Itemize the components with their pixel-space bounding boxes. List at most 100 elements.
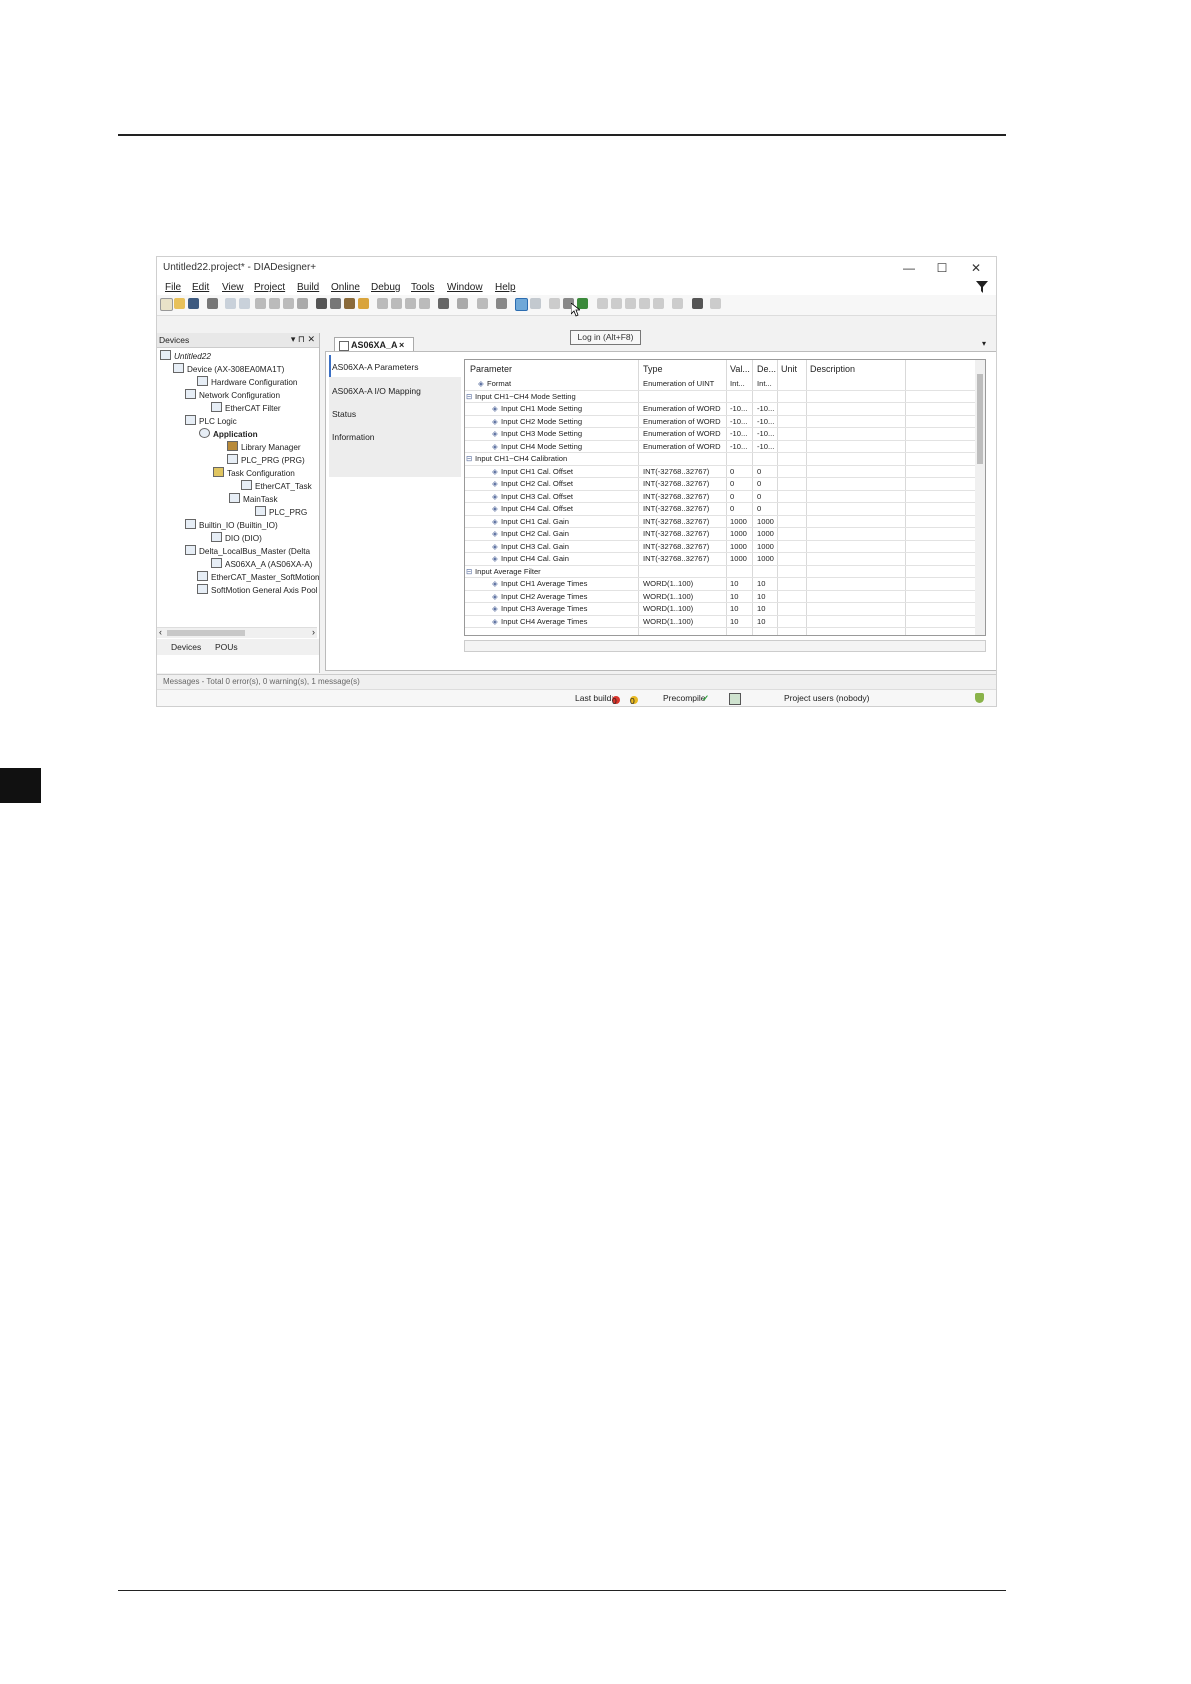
step-return-icon[interactable] xyxy=(639,298,650,309)
table-row[interactable]: ◈ Input CH1 Mode Setting Enumeration of WO… xyxy=(465,402,985,416)
collapse-icon[interactable]: ⊟ xyxy=(466,454,472,463)
replace-icon[interactable] xyxy=(330,298,341,309)
table-row[interactable]: ◈ Input CH4 Average Times WORD(1..100) 10 10 xyxy=(465,615,985,628)
collapse-icon[interactable]: ⊟ xyxy=(466,567,472,576)
tree-node-ethercat-master[interactable]: EtherCAT_Master_SoftMotion xyxy=(197,571,320,582)
table-row[interactable]: ◈ Input CH1 Cal. Gain INT(-32768..32767) 10… xyxy=(465,515,985,528)
scroll-right-icon[interactable]: › xyxy=(312,627,315,637)
undo-icon[interactable] xyxy=(225,298,236,309)
table-row[interactable]: ◈ Format Enumeration of UINT Int... Int... xyxy=(465,377,985,391)
table-row[interactable]: ◈ Input CH4 Cal. Gain INT(-32768..32767) 10… xyxy=(465,552,985,566)
collapse-icon[interactable]: ⊟ xyxy=(466,392,472,401)
messages-text[interactable]: Messages - Total 0 error(s), 0 warning(s… xyxy=(163,677,360,686)
table-vertical-scrollbar[interactable] xyxy=(975,360,985,635)
table-row[interactable]: ⊟ Input CH1~CH4 Mode Setting xyxy=(465,390,985,403)
tab-pous[interactable]: POUs xyxy=(215,642,238,652)
table-row[interactable]: ◈ Input CH3 Average Times WORD(1..100) 10 10 xyxy=(465,602,985,616)
force-values-icon[interactable] xyxy=(672,298,683,309)
side-tab-parameters[interactable]: AS06XA-A Parameters xyxy=(332,362,418,372)
paste-icon[interactable] xyxy=(283,298,294,309)
step-over-2-icon[interactable] xyxy=(625,298,636,309)
run-to-cursor-icon[interactable] xyxy=(653,298,664,309)
col-unit[interactable]: Unit xyxy=(781,364,797,374)
copy-icon[interactable] xyxy=(269,298,280,309)
side-tab-information[interactable]: Information xyxy=(332,432,375,442)
tree-node-ethercat-filter[interactable]: EtherCAT Filter xyxy=(211,402,281,413)
tree-node-device[interactable]: Device (AX-308EA0MA1T) xyxy=(173,363,284,374)
generate-code-icon[interactable] xyxy=(496,298,507,309)
filter-icon[interactable] xyxy=(976,281,988,293)
col-value[interactable]: Val... xyxy=(730,364,750,374)
col-type[interactable]: Type xyxy=(643,364,663,374)
tree-node-project[interactable]: Untitled22 xyxy=(160,350,211,361)
print-icon[interactable] xyxy=(207,298,218,309)
start-icon[interactable] xyxy=(549,298,560,309)
step-icon[interactable] xyxy=(391,298,402,309)
table-row[interactable]: ◈ Input CH2 Mode Setting Enumeration of WO… xyxy=(465,415,985,428)
tab-devices[interactable]: Devices xyxy=(171,642,201,652)
table-row[interactable]: ◈ Input CH2 Cal. Offset INT(-32768..32767)… xyxy=(465,477,985,491)
table-row[interactable]: ⊟ Input CH1~CH4 Calibration xyxy=(465,452,985,466)
find-icon[interactable] xyxy=(316,298,327,309)
open-project-icon[interactable] xyxy=(174,298,185,309)
step-over-icon[interactable] xyxy=(405,298,416,309)
editor-tab-as06xa[interactable]: AS06XA_A × xyxy=(334,337,414,352)
compile-icon[interactable] xyxy=(477,298,488,309)
col-description[interactable]: Description xyxy=(810,364,855,374)
bookmark-icon[interactable] xyxy=(344,298,355,309)
side-tab-io-mapping[interactable]: AS06XA-A I/O Mapping xyxy=(332,386,421,396)
tree-node-network-config[interactable]: Network Configuration xyxy=(185,389,280,400)
tree-node-softmotion-pool[interactable]: SoftMotion General Axis Pool xyxy=(197,584,318,595)
scrollbar-thumb[interactable] xyxy=(167,630,245,636)
tree-node-maintask[interactable]: MainTask xyxy=(229,493,278,504)
side-tab-status[interactable]: Status xyxy=(332,409,356,419)
tree-node-builtin-io[interactable]: Builtin_IO (Builtin_IO) xyxy=(185,519,278,530)
menu-file[interactable]: File xyxy=(165,282,181,293)
minimize-button[interactable]: — xyxy=(898,259,920,277)
new-project-icon[interactable] xyxy=(160,298,173,311)
table-row[interactable]: ◈ Input CH2 Average Times WORD(1..100) 10 10 xyxy=(465,590,985,603)
close-button[interactable]: ✕ xyxy=(965,259,987,277)
menu-window[interactable]: Window xyxy=(447,282,483,293)
table-horizontal-scrollbar[interactable] xyxy=(464,640,986,652)
table-row[interactable]: ◈ Input CH3 Cal. Offset INT(-32768..32767)… xyxy=(465,490,985,503)
login-icon[interactable] xyxy=(515,298,528,311)
table-row[interactable]: ◈ Input CH1 Average Times WORD(1..100) 10 10 xyxy=(465,577,985,591)
tree-node-plc-logic[interactable]: PLC Logic xyxy=(185,415,237,426)
scrollbar-thumb[interactable] xyxy=(977,374,983,464)
logout-icon[interactable] xyxy=(530,298,541,309)
editor-dropdown-icon[interactable]: ▾ xyxy=(982,339,986,348)
build-icon[interactable] xyxy=(438,298,449,309)
bookmark-next-icon[interactable] xyxy=(358,298,369,309)
connection-icon[interactable] xyxy=(729,693,741,705)
menu-tools[interactable]: Tools xyxy=(411,282,434,293)
col-default[interactable]: De... xyxy=(757,364,776,374)
col-parameter[interactable]: Parameter xyxy=(470,364,512,374)
menu-debug[interactable]: Debug xyxy=(371,282,400,293)
toggle-breakpoint-icon[interactable] xyxy=(597,298,608,309)
step-into-icon[interactable] xyxy=(611,298,622,309)
tree-node-ethercat-task[interactable]: EtherCAT_Task xyxy=(241,480,312,491)
cut-icon[interactable] xyxy=(255,298,266,309)
menu-edit[interactable]: Edit xyxy=(192,282,209,293)
menu-help[interactable]: Help xyxy=(495,282,516,293)
write-values-icon[interactable] xyxy=(692,298,703,309)
menu-build[interactable]: Build xyxy=(297,282,319,293)
menu-online[interactable]: Online xyxy=(331,282,360,293)
step-out-icon[interactable] xyxy=(419,298,430,309)
tree-node-localbus-master[interactable]: Delta_LocalBus_Master (Delta xyxy=(185,545,310,556)
maximize-button[interactable]: ☐ xyxy=(931,259,953,277)
cross-reference-icon[interactable] xyxy=(710,298,721,309)
tree-node-plc-prg[interactable]: PLC_PRG (PRG) xyxy=(227,454,305,465)
redo-icon[interactable] xyxy=(239,298,250,309)
tree-node-plc-prg-call[interactable]: PLC_PRG xyxy=(255,506,307,517)
table-row[interactable]: ◈ Input CH4 Mode Setting Enumeration of WO… xyxy=(465,440,985,453)
close-tab-icon[interactable]: × xyxy=(399,340,404,350)
table-row[interactable]: ◈ Input CH3 Mode Setting Enumeration of WO… xyxy=(465,427,985,441)
save-icon[interactable] xyxy=(188,298,199,309)
table-row[interactable]: ◈ Input CH4 Cal. Offset INT(-32768..32767)… xyxy=(465,502,985,516)
menu-project[interactable]: Project xyxy=(254,282,285,293)
table-row[interactable]: ◈ Input CH3 Cal. Gain INT(-32768..32767) 10… xyxy=(465,540,985,553)
tree-node-dio[interactable]: DIO (DIO) xyxy=(211,532,262,543)
delete-icon[interactable] xyxy=(297,298,308,309)
